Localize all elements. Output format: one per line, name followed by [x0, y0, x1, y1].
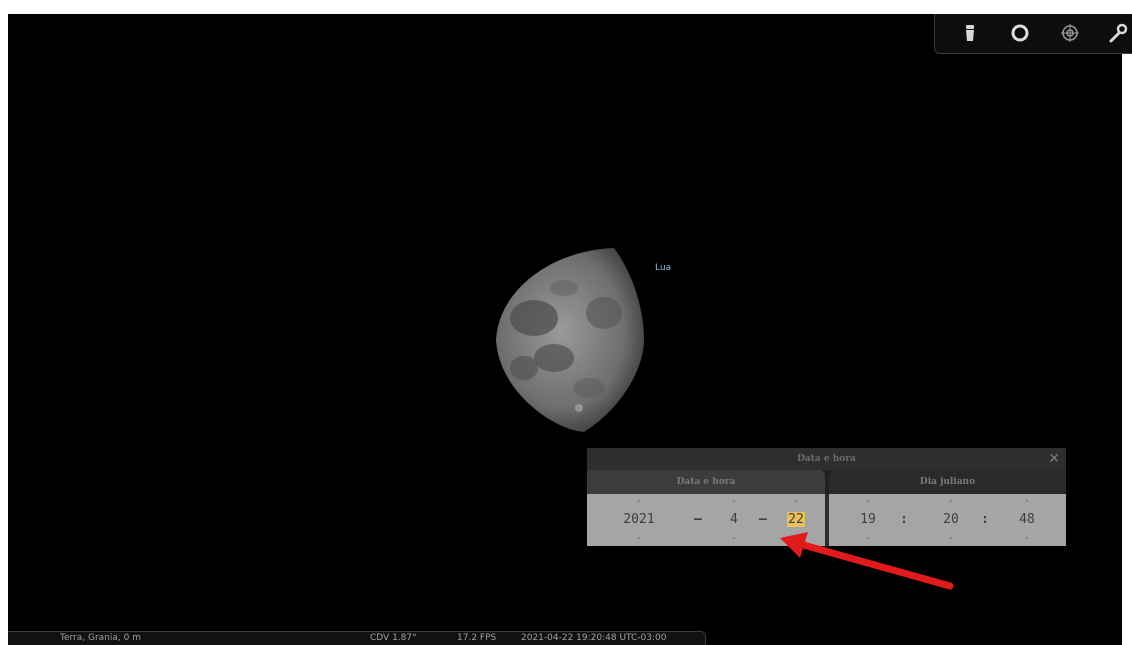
increment-icon[interactable]: [949, 499, 953, 502]
decrement-icon[interactable]: [1025, 537, 1029, 540]
circle-icon[interactable]: [1009, 22, 1031, 44]
dialog-title: Data e hora: [587, 448, 1066, 470]
telescope-icon[interactable]: [959, 22, 981, 44]
top-right-toolbar: [934, 14, 1132, 54]
increment-icon[interactable]: [1025, 499, 1029, 502]
tab-date-time[interactable]: Data e hora: [587, 470, 825, 494]
close-icon[interactable]: ✕: [1048, 450, 1060, 468]
minute-value: 20: [943, 512, 959, 527]
moon-label: Lua: [655, 263, 672, 273]
datetime-text[interactable]: 2021-04-22 19:20:48 UTC-03:00: [521, 632, 666, 645]
increment-icon[interactable]: [794, 499, 798, 502]
decrement-icon[interactable]: [637, 537, 641, 540]
year-value: 2021: [623, 512, 655, 527]
increment-icon[interactable]: [637, 499, 641, 502]
target-icon[interactable]: [1059, 22, 1081, 44]
increment-icon[interactable]: [866, 499, 870, 502]
year-spinbox[interactable]: 2021: [613, 494, 665, 546]
tab-julian-day[interactable]: Dia juliano: [829, 470, 1066, 494]
date-separator: –: [759, 512, 767, 527]
day-value: 22: [787, 512, 805, 527]
location-text[interactable]: Terra, Grania, 0 m: [60, 632, 141, 645]
wrench-icon[interactable]: [1107, 22, 1129, 44]
fps-text: 17.2 FPS: [457, 633, 497, 643]
moon[interactable]: [494, 248, 644, 432]
fov-text: CDV 1.87°: [370, 633, 417, 643]
time-separator: :: [900, 512, 908, 527]
hour-value: 19: [860, 512, 876, 527]
time-separator: :: [981, 512, 989, 527]
increment-icon[interactable]: [732, 499, 736, 502]
day-value-wrap: 22: [781, 512, 811, 528]
red-arrow-annotation: [780, 532, 954, 590]
second-value: 48: [1019, 512, 1035, 527]
second-spinbox[interactable]: 48: [1012, 494, 1042, 546]
month-value: 4: [730, 512, 738, 527]
status-bar: Terra, Grania, 0 m CDV 1.87° 17.2 FPS 20…: [8, 631, 706, 645]
decrement-icon[interactable]: [732, 537, 736, 540]
month-spinbox[interactable]: 4: [719, 494, 749, 546]
date-separator: –: [694, 512, 702, 527]
